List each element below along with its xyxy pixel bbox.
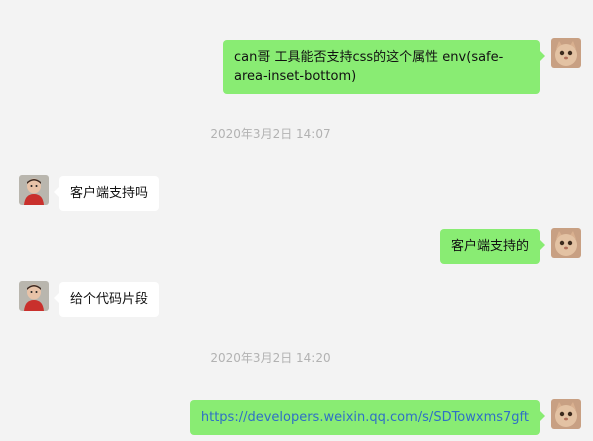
message-bubble-self[interactable]: https://developers.weixin.qq.com/s/SDTow… [189, 400, 546, 435]
message-text: can哥 工具能否支持css的这个属性 env(safe-area-inset-… [234, 50, 504, 84]
message-bubble-self[interactable]: can哥 工具能否支持css的这个属性 env(safe-area-inset-… [223, 40, 545, 94]
partial-timestamp: — — · — [244, 0, 295, 5]
message-text: 给个代码片段 [70, 292, 149, 307]
cat-avatar-icon [551, 399, 581, 429]
message-text: 客户端支持的 [450, 239, 529, 254]
child-avatar-icon [19, 175, 49, 205]
self-avatar[interactable] [551, 399, 581, 429]
cat-avatar-icon [551, 38, 581, 68]
message-link[interactable]: https://developers.weixin.qq.com/s/SDTow… [201, 410, 529, 425]
self-avatar[interactable] [551, 228, 581, 258]
contact-avatar[interactable] [19, 281, 49, 311]
cat-avatar-icon [551, 228, 581, 258]
message-bubble-self[interactable]: 客户端支持的 [439, 229, 546, 264]
message-bubble-contact[interactable]: 客户端支持吗 [53, 176, 160, 211]
timestamp: 2020年3月2日 14:20 [210, 351, 331, 365]
contact-avatar[interactable] [19, 175, 49, 205]
child-avatar-icon [19, 281, 49, 311]
timestamp: 2020年3月2日 14:07 [210, 127, 331, 141]
self-avatar[interactable] [551, 38, 581, 68]
chat-message-list[interactable]: — — · — can哥 工具能否支持css的这个属性 env(safe-are… [0, 0, 593, 441]
message-bubble-contact[interactable]: 给个代码片段 [53, 282, 160, 317]
message-text: 客户端支持吗 [70, 186, 149, 201]
